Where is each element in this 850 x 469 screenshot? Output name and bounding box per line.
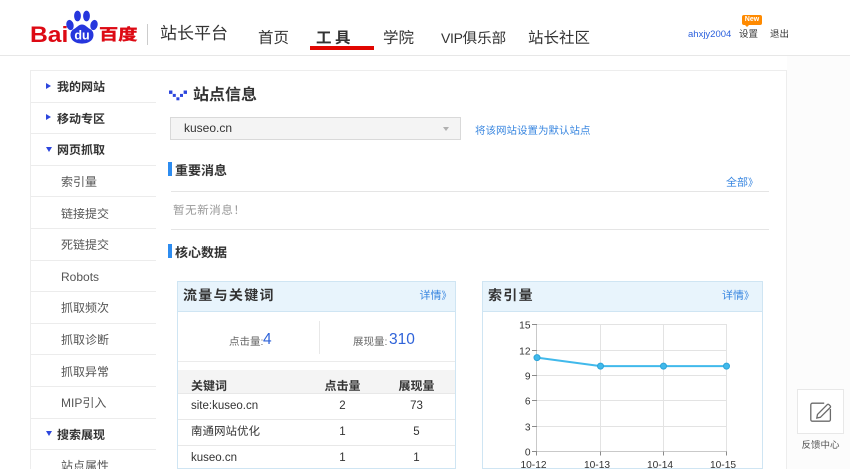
svg-text:15: 15: [519, 321, 531, 332]
svg-text:du: du: [74, 29, 89, 43]
svg-text:10-15: 10-15: [710, 460, 736, 469]
svg-text:10-14: 10-14: [647, 460, 673, 469]
svg-text:10-12: 10-12: [520, 460, 546, 469]
svg-text:6: 6: [525, 397, 531, 408]
svg-text:3: 3: [525, 423, 531, 434]
svg-text:0: 0: [525, 448, 531, 459]
svg-text:12: 12: [519, 347, 531, 358]
svg-text:9: 9: [525, 372, 531, 383]
svg-text:10-13: 10-13: [584, 460, 610, 469]
